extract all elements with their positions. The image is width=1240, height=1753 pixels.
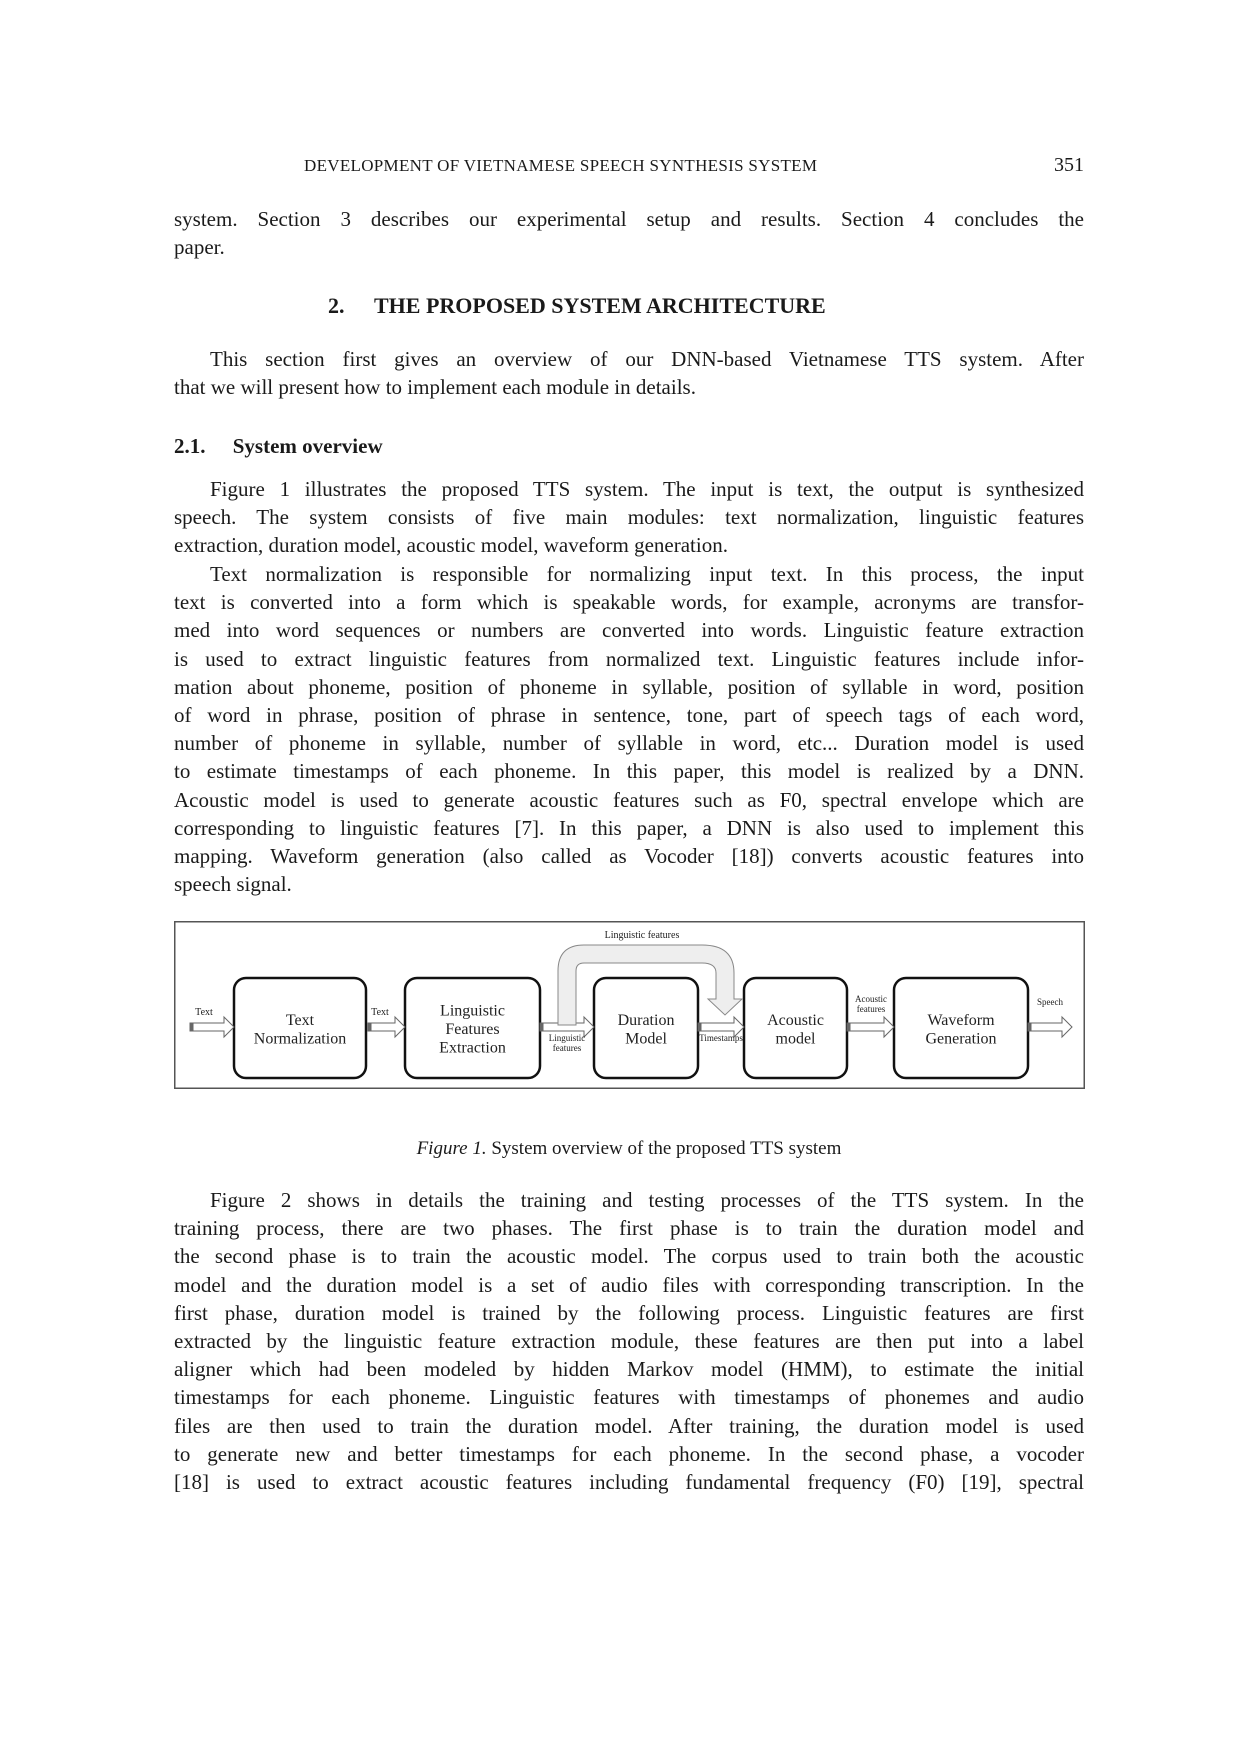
module-label: Normalization <box>254 1030 346 1047</box>
text-line: timestamps for each phoneme. Linguistic … <box>174 1385 1084 1410</box>
module-label: Waveform <box>927 1012 995 1029</box>
section-title: THE PROPOSED SYSTEM ARCHITECTURE <box>374 293 826 318</box>
module-label: Model <box>625 1030 667 1047</box>
text-line: model and the duration model is a set of… <box>174 1272 1084 1297</box>
arrow-label: Text <box>371 1007 389 1018</box>
text-line: corresponding to linguistic features [7]… <box>174 815 1084 840</box>
module-label: Acoustic <box>767 1012 824 1029</box>
arrow-label: Speech <box>1037 997 1063 1007</box>
arrow-label: Acoustic <box>855 994 887 1004</box>
text-normalization-box: TextNormalization <box>232 976 368 1080</box>
text-line: aligner which had been modeled by hidden… <box>174 1357 1084 1382</box>
acoustic-model-box: Acousticmodel <box>742 976 849 1080</box>
text-line: system. Section 3 describes our experime… <box>174 207 1084 231</box>
training-paragraph: Figure 2 shows in details the training a… <box>174 1186 1084 1496</box>
text-line: text is converted into a form which is s… <box>174 590 1084 615</box>
module-label: Features <box>445 1021 499 1038</box>
linguistic-features-extraction-box: LinguisticFeatures Extraction <box>403 976 542 1080</box>
text-line: to generate new and better timestamps fo… <box>174 1441 1084 1466</box>
text-line: is used to extract linguistic features f… <box>174 646 1084 671</box>
text-line: mapping. Waveform generation (also calle… <box>174 844 1084 869</box>
text-line: speech signal. <box>174 872 292 897</box>
text-line: med into word sequences or numbers are c… <box>174 618 1084 643</box>
text-line: speech. The system consists of five main… <box>174 505 1084 530</box>
text-line: This section first gives an overview of … <box>210 347 1084 371</box>
text-line: Figure 2 shows in details the training a… <box>210 1188 1084 1212</box>
module-label: Extraction <box>439 1040 506 1057</box>
arrow-label: features <box>553 1043 582 1053</box>
text-line: Acoustic model is used to generate acous… <box>174 787 1084 812</box>
figure-caption: Figure 1. System overview of the propose… <box>174 1138 1084 1160</box>
caption-label: Figure 1. <box>416 1138 487 1159</box>
text-line: extraction, duration model, acoustic mod… <box>174 533 728 558</box>
section-intro-paragraph: This section first gives an overview of … <box>174 345 1084 401</box>
module-label: Text <box>286 1012 315 1029</box>
page-number: 351 <box>1054 154 1084 176</box>
subsection-heading: 2.1. System overview <box>174 432 1084 460</box>
text-line: extracted by the linguistic feature extr… <box>174 1329 1084 1354</box>
text-line: Figure 1 illustrates the proposed TTS sy… <box>210 477 1084 501</box>
module-label: model <box>776 1030 817 1047</box>
module-label: Generation <box>925 1030 996 1047</box>
arrow-label: Text <box>195 1007 213 1018</box>
module-label: Duration <box>618 1012 675 1029</box>
module-label: Linguistic <box>440 1003 505 1020</box>
text-line: Text normalization is responsible for no… <box>210 562 1084 586</box>
intro-tail-paragraph: system. Section 3 describes our experime… <box>174 205 1084 261</box>
text-line: training process, there are two phases. … <box>174 1216 1084 1241</box>
caption-text: System overview of the proposed TTS syst… <box>491 1138 842 1159</box>
subsection-number: 2.1. <box>174 434 206 458</box>
overview-paragraph: Figure 1 illustrates the proposed TTS sy… <box>174 475 1084 560</box>
text-line: of word in phrase, position of phrase in… <box>174 703 1084 728</box>
running-title: DEVELOPMENT OF VIETNAMESE SPEECH SYNTHES… <box>304 156 818 175</box>
text-line: number of phoneme in syllable, number of… <box>174 731 1084 756</box>
text-line: [18] is used to extract acoustic feature… <box>174 1470 1084 1495</box>
text-line: first phase, duration model is trained b… <box>174 1300 1084 1325</box>
text-line: to estimate timestamps of each phoneme. … <box>174 759 1084 784</box>
text-line: mation about phoneme, position of phonem… <box>174 674 1084 699</box>
text-line: files are then used to train the duratio… <box>174 1413 1084 1438</box>
text-line: that we will present how to implement ea… <box>174 375 696 400</box>
arrow-label: Linguistic <box>549 1033 586 1043</box>
waveform-generation-box: WaveformGeneration <box>892 976 1030 1080</box>
arrow-label: Linguistic features <box>605 930 680 941</box>
arrow-label: Timestamps <box>699 1033 743 1043</box>
subsection-title: System overview <box>232 434 383 458</box>
section-heading: 2. THE PROPOSED SYSTEM ARCHITECTURE <box>328 292 1028 320</box>
modules-paragraph: Text normalization is responsible for no… <box>174 560 1084 898</box>
duration-model-box: DurationModel <box>592 976 700 1080</box>
text-line: the second phase is to train the acousti… <box>174 1244 1084 1269</box>
text-line: paper. <box>174 235 225 260</box>
section-number: 2. <box>328 293 345 318</box>
arrow-label: features <box>857 1004 886 1014</box>
figure-1-diagram: Text Normalization Linguistic Features Extra… <box>174 921 1085 1089</box>
